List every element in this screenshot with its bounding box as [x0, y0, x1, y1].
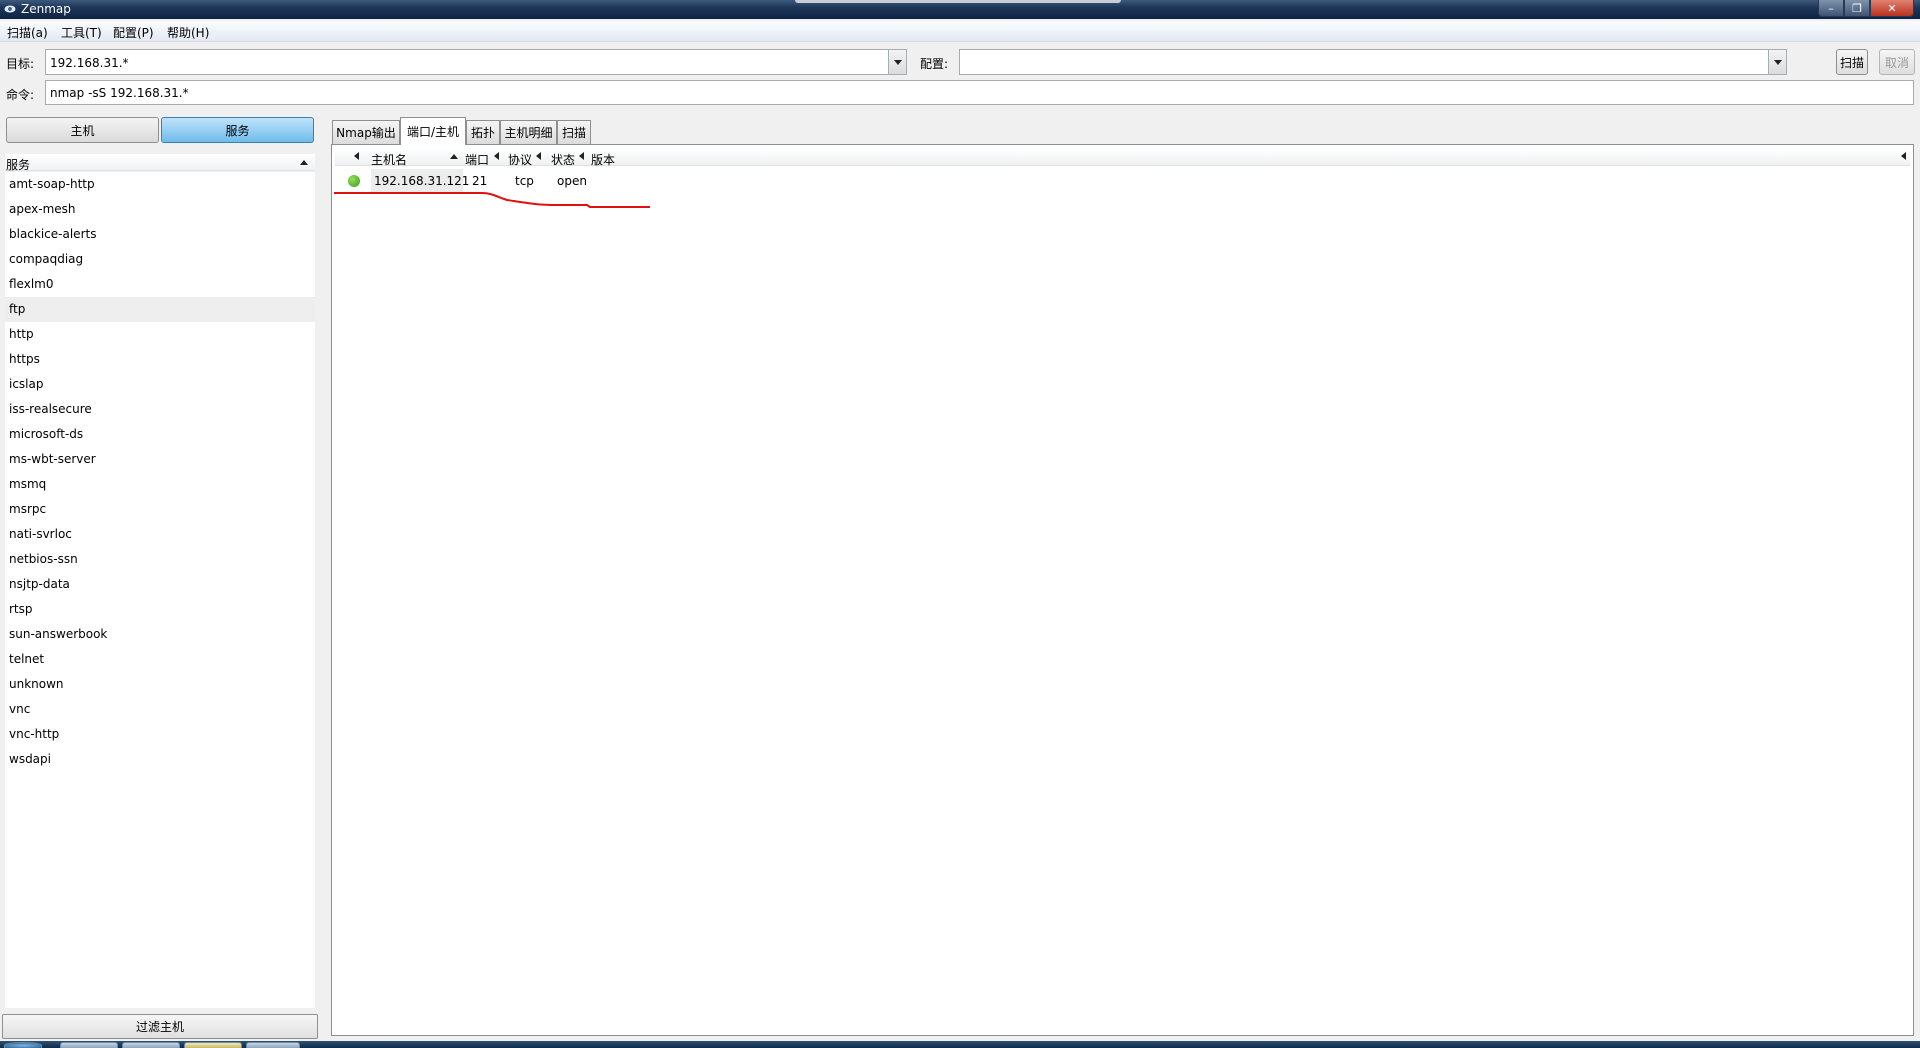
red-underline-annotation	[334, 192, 650, 208]
start-orb-icon[interactable]	[4, 1042, 42, 1048]
list-item[interactable]: telnet	[5, 647, 315, 672]
services-button[interactable]: 服务	[161, 117, 314, 143]
close-icon: ✕	[1887, 1, 1897, 15]
menu-tools[interactable]: 工具(T)	[61, 24, 102, 41]
list-item[interactable]: vnc-http	[5, 722, 315, 747]
tab-topology[interactable]: 拓扑	[466, 120, 500, 144]
list-item[interactable]: https	[5, 347, 315, 372]
target-label: 目标:	[6, 57, 35, 71]
list-item[interactable]: nati-svrloc	[5, 522, 315, 547]
title-bar: Zenmap – ❐ ✕	[0, 0, 1920, 19]
column-header-state[interactable]: 状态	[551, 151, 575, 168]
column-header-port[interactable]: 端口	[465, 151, 489, 168]
menu-help[interactable]: 帮助(H)	[167, 24, 209, 41]
taskbar-item[interactable]	[184, 1042, 242, 1048]
list-item[interactable]: msrpc	[5, 497, 315, 522]
minimize-icon: –	[1828, 1, 1834, 15]
menu-scan[interactable]: 扫描(a)	[7, 24, 48, 41]
window-controls: – ❐ ✕	[1818, 0, 1914, 17]
host-up-icon	[348, 175, 360, 187]
menu-bar: 扫描(a) 工具(T) 配置(P) 帮助(H)	[0, 21, 1920, 42]
tab-scans[interactable]: 扫描	[557, 120, 591, 144]
target-dropdown-button[interactable]	[888, 50, 906, 74]
list-item[interactable]: wsdapi	[5, 747, 315, 772]
command-label: 命令:	[6, 88, 35, 102]
list-item[interactable]: blackice-alerts	[5, 222, 315, 247]
taskbar-item[interactable]	[122, 1042, 180, 1048]
command-input[interactable]: nmap -sS 192.168.31.*	[45, 80, 1914, 105]
list-item[interactable]: msmq	[5, 472, 315, 497]
list-item[interactable]: rtsp	[5, 597, 315, 622]
column-header-protocol[interactable]: 协议	[508, 151, 532, 168]
zenmap-app-icon	[4, 5, 16, 13]
column-arrow-icon	[536, 152, 541, 160]
list-item[interactable]: ms-wbt-server	[5, 447, 315, 472]
target-value[interactable]: 192.168.31.*	[50, 56, 129, 70]
tab-host-details[interactable]: 主机明细	[500, 120, 557, 144]
maximize-button[interactable]: ❐	[1844, 0, 1870, 17]
sort-ascending-icon	[300, 160, 308, 165]
column-arrow-icon	[579, 152, 584, 160]
table-header: 主机名 端口 协议 状态 版本	[335, 148, 1910, 168]
column-arrow-icon	[494, 152, 499, 160]
profile-label: 配置:	[920, 57, 949, 71]
taskbar-item[interactable]	[246, 1042, 300, 1048]
list-item[interactable]: amt-soap-http	[5, 172, 315, 197]
list-item[interactable]: flexlm0	[5, 272, 315, 297]
list-item[interactable]: ftp	[5, 297, 315, 322]
list-item[interactable]: microsoft-ds	[5, 422, 315, 447]
target-combo[interactable]: 192.168.31.*	[45, 49, 907, 75]
filter-hosts-button[interactable]: 过滤主机	[2, 1014, 318, 1039]
taskbar-item[interactable]	[60, 1042, 118, 1048]
ports-hosts-panel: 主机名 端口 协议 状态 版本 192.168.31.121 21 tcp op…	[331, 144, 1914, 1036]
minimize-button[interactable]: –	[1818, 0, 1844, 17]
list-item[interactable]: iss-realsecure	[5, 397, 315, 422]
profile-dropdown-button[interactable]	[1768, 50, 1786, 74]
chevron-down-icon	[1773, 59, 1782, 65]
sort-ascending-icon	[450, 154, 458, 159]
table-row[interactable]: 192.168.31.121 21 tcp open	[335, 169, 1910, 193]
cell-protocol: tcp	[515, 174, 534, 188]
profile-combo[interactable]	[959, 49, 1787, 75]
column-header-hostname[interactable]: 主机名	[371, 151, 407, 168]
services-header-label: 服务	[6, 158, 31, 172]
cancel-button[interactable]: 取消	[1879, 49, 1915, 75]
list-item[interactable]: vnc	[5, 697, 315, 722]
services-column-header[interactable]: 服务	[5, 154, 315, 172]
column-arrow-icon	[354, 152, 359, 160]
list-item[interactable]: http	[5, 322, 315, 347]
chevron-down-icon	[893, 59, 902, 65]
list-item[interactable]: apex-mesh	[5, 197, 315, 222]
list-item[interactable]: nsjtp-data	[5, 572, 315, 597]
command-value[interactable]: nmap -sS 192.168.31.*	[50, 86, 189, 100]
list-item[interactable]: compaqdiag	[5, 247, 315, 272]
menu-profile[interactable]: 配置(P)	[113, 24, 154, 41]
list-item[interactable]: netbios-ssn	[5, 547, 315, 572]
list-item[interactable]: icslap	[5, 372, 315, 397]
hosts-button[interactable]: 主机	[6, 117, 159, 143]
cell-port: 21	[472, 174, 488, 188]
list-item[interactable]: unknown	[5, 672, 315, 697]
column-header-version[interactable]: 版本	[591, 151, 615, 168]
column-arrow-icon	[1901, 152, 1906, 160]
window-title: Zenmap	[21, 2, 71, 16]
scan-button[interactable]: 扫描	[1836, 49, 1868, 75]
restore-icon: ❐	[1852, 1, 1862, 15]
list-item[interactable]: sun-answerbook	[5, 622, 315, 647]
tab-nmap-output[interactable]: Nmap输出	[332, 120, 400, 144]
cell-hostname: 192.168.31.121	[374, 174, 470, 188]
zenmap-window: Zenmap – ❐ ✕ 扫描(a) 工具(T) 配置(P) 帮助(H) 目标:…	[0, 0, 1920, 1048]
title-decoration	[795, 0, 1121, 3]
windows-taskbar	[0, 1041, 1920, 1048]
close-button[interactable]: ✕	[1870, 0, 1914, 17]
services-list: amt-soap-http apex-mesh blackice-alerts com…	[5, 172, 315, 1008]
tab-ports-hosts[interactable]: 端口/主机	[400, 117, 466, 145]
cell-state: open	[557, 174, 587, 188]
